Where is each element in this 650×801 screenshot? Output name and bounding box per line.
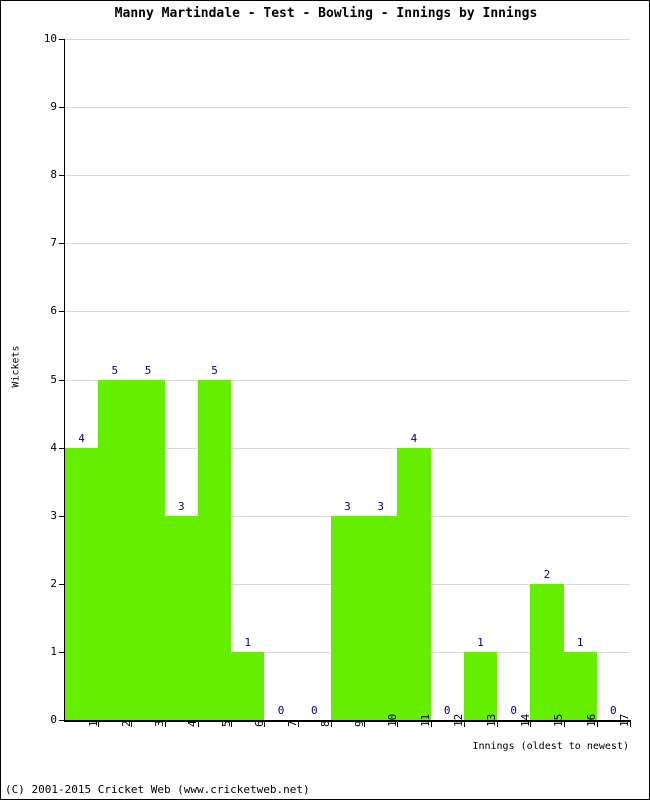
y-tick-mark [59,379,65,381]
x-tick-label: 16 [585,713,599,727]
gridline [65,39,630,40]
y-tick-label: 3 [50,508,57,522]
bar[interactable] [164,515,198,720]
chart-page: Manny Martindale - Test - Bowling - Inni… [0,0,650,800]
bar-value-label: 3 [344,499,351,513]
y-tick-label: 5 [50,372,57,386]
y-tick-label: 4 [50,440,57,454]
y-tick-mark [59,311,65,313]
x-tick-label: 15 [551,713,565,727]
bar-value-label: 5 [211,363,218,377]
y-tick-mark [59,175,65,177]
gridline [65,311,630,313]
y-tick-mark [59,447,65,449]
bar[interactable] [65,447,99,720]
footer-copyright: (C) 2001-2015 Cricket Web (www.cricketwe… [5,783,310,796]
bar-value-label: 1 [576,635,584,649]
y-tick-mark [59,651,65,653]
x-tick-label: 11 [418,713,432,727]
bar-value-label: 2 [543,567,551,581]
y-tick-label: 8 [50,168,57,182]
bar-value-label: 4 [410,431,418,445]
y-tick-label: 0 [50,713,57,726]
gridline [65,107,630,109]
gridline [65,243,630,245]
page-title: Manny Martindale - Test - Bowling - Inni… [114,6,538,21]
bar-value-label: 1 [477,635,484,649]
bar[interactable] [463,651,498,720]
bar-value-label: 1 [244,635,252,649]
x-axis-title: Innings (oldest to newest) [472,741,629,752]
bar-value-label: 3 [377,499,385,513]
x-tick-label: 10 [385,713,399,727]
y-tick-label: 1 [50,644,57,658]
bar-value-label: 0 [277,704,285,717]
x-tick-label: 5 [219,720,233,727]
bar-value-label: 3 [178,499,185,513]
y-tick-mark [59,107,65,109]
gridline [65,175,630,177]
x-tick-label: 6 [252,720,266,727]
y-tick-mark [59,720,65,721]
y-tick-label: 9 [50,100,57,114]
y-tick-mark [59,583,65,585]
plot-area: 45535100334010210 [65,39,630,720]
x-tick-label: 14 [518,713,532,727]
y-tick-label: 6 [50,304,57,318]
x-tick-label: 12 [452,713,466,727]
bar-value-label: 4 [78,431,85,445]
bar[interactable] [197,379,232,720]
bar-value-label: 5 [111,363,119,377]
y-tick-mark [59,515,65,517]
x-tick-label: 8 [319,720,333,727]
bar[interactable] [563,651,597,720]
bar[interactable] [364,515,398,720]
y-axis-title: Wickets [10,345,22,388]
x-tick-label: 1 [86,720,100,727]
x-tick-label: 13 [485,713,499,727]
bar[interactable] [231,651,265,720]
bar[interactable] [98,379,132,720]
x-axis-line [64,720,631,722]
bar[interactable] [131,379,165,720]
y-tick-mark [59,243,65,245]
x-tick-label: 9 [352,720,366,727]
bar-value-label: 0 [310,704,318,717]
bar[interactable] [330,515,365,720]
y-axis-labels: 0 1 2 3 4 5 6 7 8 9 10 [1,1,57,801]
x-tick-label: 4 [186,720,200,727]
y-tick-mark [59,39,65,40]
x-tick-label: 7 [286,720,300,727]
bar[interactable] [530,583,564,720]
x-tick-label: 17 [618,713,632,727]
x-tick-label: 3 [153,720,167,727]
bar-value-label: 5 [144,363,152,377]
bar[interactable] [397,447,431,720]
x-tick-label: 2 [119,720,133,727]
y-tick-label: 2 [50,576,57,590]
y-tick-label: 7 [50,236,57,250]
y-tick-label: 10 [43,32,57,45]
